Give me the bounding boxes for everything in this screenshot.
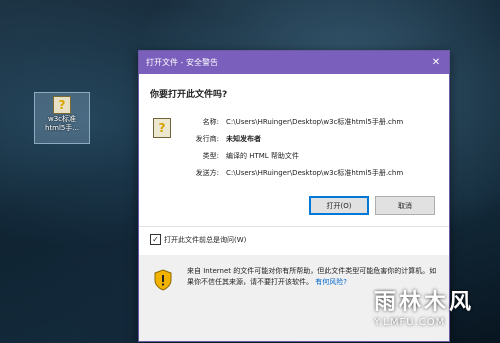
field-name-value: C:\Users\HRuinger\Desktop\w3c标准html5手册.c… [226, 118, 404, 126]
field-from-row: 发送方: C:\Users\HRuinger\Desktop\w3c标准html… [163, 168, 443, 178]
close-icon[interactable]: ✕ [423, 51, 449, 74]
divider [139, 226, 449, 227]
site-watermark: 雨林木风 Y.LMFU.COM [360, 280, 500, 343]
field-publisher-key: 发行商: [195, 135, 219, 143]
dialog-title: 打开文件 - 安全警告 [146, 58, 218, 67]
field-type-row: 类型: 编译的 HTML 帮助文件 [163, 151, 443, 161]
field-from-key: 发送方: [195, 169, 219, 177]
field-publisher-value: 未知发布者 [226, 135, 261, 143]
field-type-value: 编译的 HTML 帮助文件 [226, 152, 299, 160]
checkbox-check-icon[interactable]: ✓ [150, 234, 161, 245]
desktop-file-label: w3c标准 html5手... [44, 115, 80, 132]
field-name-key: 名称: [202, 118, 219, 126]
always-ask-checkbox[interactable]: ✓ 打开此文件前总是询问(W) [150, 234, 246, 245]
field-type-key: 类型: [202, 152, 219, 160]
dialog-titlebar[interactable]: 打开文件 - 安全警告 ✕ [139, 51, 449, 74]
field-from-value: C:\Users\HRuinger\Desktop\w3c标准html5手册.c… [226, 169, 404, 177]
field-name-row: 名称: C:\Users\HRuinger\Desktop\w3c标准html5… [163, 117, 443, 127]
risk-link[interactable]: 有何风险? [315, 278, 347, 286]
dialog-heading: 你要打开此文件吗? [150, 90, 228, 100]
chm-file-icon: ? [53, 96, 71, 114]
watermark-url: Y.LMFU.COM [374, 317, 446, 328]
field-publisher-row: 发行商: 未知发布者 [163, 134, 443, 144]
open-button[interactable]: 打开(O) [309, 196, 369, 215]
cancel-button[interactable]: 取消 [375, 196, 435, 215]
watermark-brand: 雨林木风 [374, 290, 475, 315]
always-ask-label: 打开此文件前总是询问(W) [164, 235, 247, 244]
desktop-file-icon[interactable]: ? w3c标准 html5手... [34, 92, 90, 144]
shield-warning-icon [154, 269, 172, 291]
